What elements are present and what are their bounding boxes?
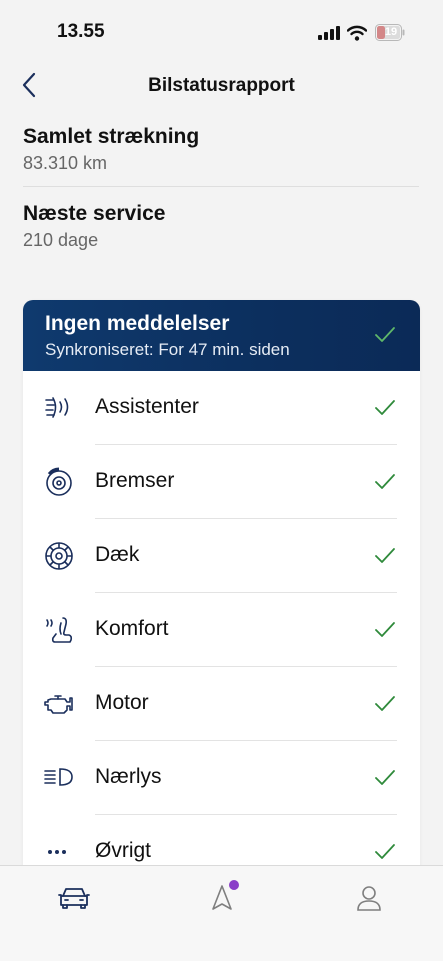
- tab-car[interactable]: [54, 878, 94, 918]
- cellular-signal-icon: [318, 26, 340, 40]
- tab-profile[interactable]: [349, 878, 389, 918]
- status-item-label: Motor: [95, 691, 149, 714]
- more-icon: [48, 850, 66, 854]
- navigation-icon: [212, 885, 232, 910]
- status-item-label: Dæk: [95, 543, 140, 566]
- status-item-label: Øvrigt: [95, 839, 152, 862]
- status-item-motor[interactable]: Motor: [23, 667, 420, 741]
- status-item-assistenter[interactable]: Assistenter: [23, 371, 420, 445]
- battery-level: 19: [384, 26, 398, 38]
- check-icon: [375, 400, 395, 415]
- check-icon: [375, 770, 395, 785]
- status-time: 13.55: [57, 21, 105, 42]
- seat-heating-icon: [46, 617, 73, 643]
- status-item-label: Bremser: [95, 469, 175, 492]
- status-item-komfort[interactable]: Komfort: [23, 593, 420, 667]
- total-distance-label: Samlet strækning: [23, 125, 200, 148]
- user-icon: [357, 886, 381, 911]
- status-item-label: Komfort: [95, 617, 169, 640]
- check-icon: [375, 622, 395, 637]
- status-card-header: Ingen meddelelser Synkroniseret: For 47 …: [23, 300, 420, 371]
- driver-assist-icon: [45, 397, 69, 418]
- engine-icon: [44, 695, 73, 714]
- next-service-value: 210 dage: [23, 230, 99, 250]
- check-icon: [375, 696, 395, 711]
- status-item-daek[interactable]: Dæk: [23, 519, 420, 593]
- total-distance-value: 83.310 km: [23, 153, 108, 173]
- next-service-label: Næste service: [23, 202, 166, 225]
- status-item-label: Assistenter: [95, 395, 199, 418]
- status-item-bremser[interactable]: Bremser: [23, 445, 420, 519]
- sync-status: Synkroniseret: For 47 min. siden: [45, 340, 290, 359]
- next-service: Næste service 210 dage: [23, 202, 419, 251]
- check-icon: [375, 327, 395, 342]
- brake-disc-icon: [46, 467, 72, 496]
- page-title: Bilstatusrapport: [148, 75, 295, 96]
- status-item-label: Nærlys: [95, 765, 162, 788]
- car-icon: [58, 888, 90, 909]
- divider: [23, 186, 419, 187]
- notification-badge: [229, 880, 239, 890]
- tab-bar: [0, 865, 443, 961]
- check-icon: [375, 844, 395, 859]
- low-beam-icon: [44, 768, 73, 786]
- status-bar: 13.55 19: [0, 0, 443, 64]
- status-card: Ingen meddelelser Synkroniseret: For 47 …: [23, 300, 420, 900]
- wifi-icon: [347, 25, 367, 41]
- check-icon: [375, 474, 395, 489]
- status-item-naerlys[interactable]: Nærlys: [23, 741, 420, 815]
- total-distance: Samlet strækning 83.310 km: [23, 125, 419, 174]
- check-icon: [375, 548, 395, 563]
- status-card-title: Ingen meddelelser: [45, 312, 230, 335]
- tire-icon: [45, 542, 73, 570]
